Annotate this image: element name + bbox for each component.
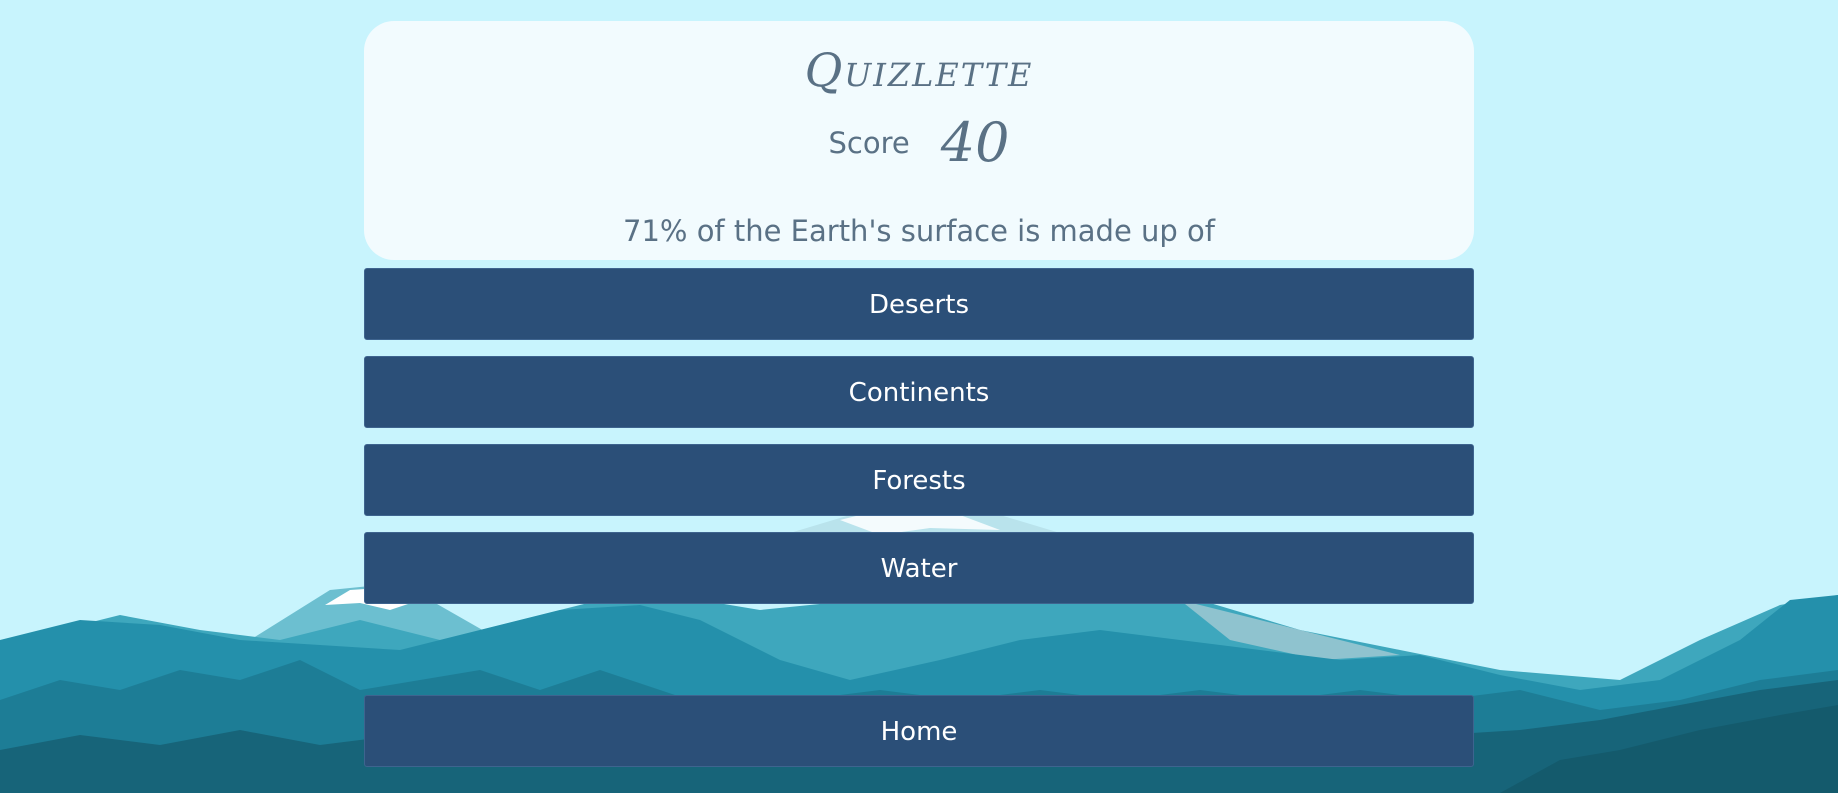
score-display: Score 40 <box>364 111 1474 174</box>
home-button[interactable]: Home <box>364 695 1474 767</box>
answer-button-continents[interactable]: Continents <box>364 356 1474 428</box>
score-value: 40 <box>940 111 1010 174</box>
quiz-card: Quizlette Score 40 71% of the Earth's su… <box>364 21 1474 260</box>
answer-button-deserts[interactable]: Deserts <box>364 268 1474 340</box>
app-logo: Quizlette <box>804 43 1034 97</box>
quiz-page: Quizlette Score 40 71% of the Earth's su… <box>0 0 1838 793</box>
score-label: Score <box>828 125 910 160</box>
question-text: 71% of the Earth's surface is made up of <box>623 214 1215 248</box>
answer-button-water[interactable]: Water <box>364 532 1474 604</box>
answer-button-forests[interactable]: Forests <box>364 444 1474 516</box>
